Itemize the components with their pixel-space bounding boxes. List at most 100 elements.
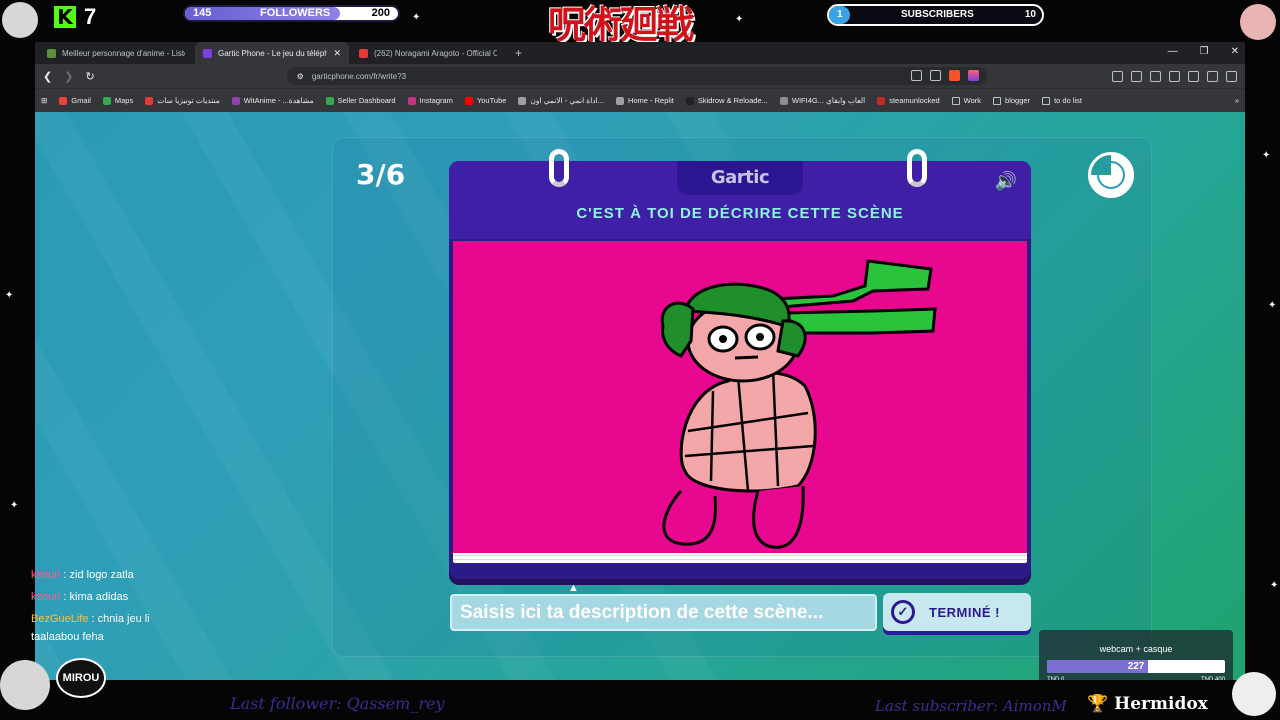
bookmark-item[interactable]: blogger <box>993 96 1030 105</box>
tab-title: (262) Noragami Aragoto - Official Op <box>374 48 497 58</box>
bookmark-favicon-icon <box>615 96 624 105</box>
hat-tail-lower <box>780 307 937 335</box>
gartic-phone-page: 3/6 Gartic C'EST À TOI DE DÉCRIRE CETTE … <box>35 112 1245 680</box>
address-bar[interactable]: ⚙ garticphone.com/fr/write?3 <box>286 67 987 85</box>
close-window-icon[interactable]: ✕ <box>1231 46 1239 57</box>
bookmark-favicon-icon <box>102 96 111 105</box>
menu-icon[interactable] <box>1226 70 1237 82</box>
chat-username: BezGueLife <box>31 613 89 625</box>
tab-favicon-icon <box>47 48 56 58</box>
bookmark-item[interactable]: WitAnime - ...مشاهدة <box>231 96 314 105</box>
gartic-logo: Gartic <box>677 161 803 195</box>
subscribers-label: SUBSCRIBERS <box>901 9 974 20</box>
extensions-icon[interactable] <box>1112 70 1123 82</box>
instruction-text: C'EST À TOI DE DÉCRIRE CETTE SCÈNE <box>576 205 904 222</box>
translate-icon[interactable] <box>910 70 922 81</box>
binder-ring-right <box>907 149 927 187</box>
bookmark-item[interactable]: steamunlocked <box>877 96 940 105</box>
bookmark-favicon-icon <box>877 96 886 105</box>
maximize-icon[interactable]: ❐ <box>1200 46 1209 57</box>
minimize-icon[interactable]: — <box>1168 46 1178 57</box>
hat-side-right <box>776 319 807 358</box>
bookmark-item[interactable]: اداة انمي - الانمي اون... <box>518 96 604 105</box>
tab-noragami[interactable]: (262) Noragami Aragoto - Official Op <box>351 42 505 64</box>
drawing-canvas <box>453 241 1027 553</box>
paper-line <box>453 559 1027 560</box>
bookmark-item[interactable]: Instagram <box>407 96 453 105</box>
brave-rewards-icon[interactable] <box>967 70 979 81</box>
tab-strip: Meilleur personnage d'anime - Liste Gart… <box>35 42 1245 64</box>
bookmark-item[interactable]: Work <box>951 96 982 105</box>
pupil-right <box>756 333 764 341</box>
folder-icon <box>993 96 1002 105</box>
sound-icon[interactable]: 🔊 <box>995 171 1017 192</box>
url-text: garticphone.com/fr/write?3 <box>311 71 407 81</box>
timer-icon <box>1088 152 1134 198</box>
last-subscriber: Last subscriber: AimonM <box>875 697 1067 715</box>
bookmark-item[interactable]: منتديات تونيزيا سات <box>145 96 220 105</box>
mouth <box>734 355 759 360</box>
stream-screen: K 7 145 FOLLOWERS 200 呪術廻戦 1 SUBSCRIBERS… <box>0 0 1280 720</box>
leg-left <box>662 489 718 546</box>
reload-icon[interactable]: ↻ <box>85 70 94 83</box>
followers-goal: 200 <box>371 7 390 19</box>
stream-chat: ksouri : zid logo zatla ksouri : kima ad… <box>31 564 181 646</box>
drawn-body <box>679 371 817 493</box>
youtube-favicon-icon <box>359 48 368 58</box>
bookmark-label: blogger <box>1005 96 1031 105</box>
check-icon: ✓ <box>891 600 915 624</box>
bookmark-label: WIFI4G... العاب وابقاي <box>791 96 866 105</box>
chat-message: ksouri : kima adidas <box>31 586 181 608</box>
bookmark-item[interactable]: Seller Dashboard <box>325 96 396 105</box>
bookmark-item[interactable]: Maps <box>102 96 134 105</box>
character-avatar-left <box>2 2 38 38</box>
done-button[interactable]: ✓ TERMINÉ ! <box>883 593 1031 631</box>
bookmark-label: steamunlocked <box>889 96 940 105</box>
bookmark-favicon-icon <box>685 96 694 105</box>
donation-goal: webcam + casque 227 TND 0 TND 400 <box>1039 630 1233 686</box>
bookmark-label: منتديات تونيزيا سات <box>157 96 220 105</box>
bookmark-item[interactable]: Skidrow & Reloade... <box>685 96 768 105</box>
brave-shields-icon[interactable] <box>948 70 960 81</box>
leg-right <box>752 485 805 549</box>
bookmark-item[interactable]: to do list <box>1042 96 1082 105</box>
wallet-icon[interactable] <box>1169 70 1180 82</box>
site-info-icon[interactable]: ⚙ <box>297 72 304 81</box>
forward-icon[interactable]: ❯ <box>64 70 73 83</box>
done-label: TERMINÉ ! <box>929 604 1000 620</box>
chat-message: BezGueLife : chnia jeu li taalaabou feha <box>31 610 181 646</box>
close-tab-icon[interactable]: ✕ <box>333 48 341 59</box>
chat-username: ksouri <box>31 569 61 581</box>
chat-text: : zid logo zatla <box>60 569 134 581</box>
followers-current: 145 <box>193 7 212 19</box>
bookmark-item[interactable]: WIFI4G... العاب وابقاي <box>779 96 866 105</box>
character-avatar-right <box>1240 4 1276 40</box>
vpn-icon[interactable] <box>1207 70 1218 82</box>
pupil-left <box>719 335 727 343</box>
followers-goal-bar: 145 FOLLOWERS 200 <box>183 5 400 22</box>
leo-icon[interactable] <box>1188 70 1199 82</box>
bookmark-favicon-icon <box>779 96 788 105</box>
share-icon[interactable] <box>929 70 941 81</box>
apps-grid-icon[interactable]: ⊞ <box>41 96 47 105</box>
sidebar-icon[interactable] <box>1150 70 1161 82</box>
description-input[interactable]: Saisis ici ta description de cette scène… <box>450 594 877 631</box>
reader-icon[interactable] <box>1131 70 1142 82</box>
more-bookmarks-icon[interactable]: » <box>1235 96 1239 105</box>
folder-icon <box>951 96 960 105</box>
new-tab-button[interactable]: + <box>507 42 530 64</box>
tab-title: Gartic Phone - Le jeu du téléphone <box>218 48 328 58</box>
scene-card: Gartic C'EST À TOI DE DÉCRIRE CETTE SCÈN… <box>449 149 1031 579</box>
bookmark-item[interactable]: YouTube <box>464 96 506 105</box>
subscribers-current: 1 <box>837 9 843 20</box>
bookmark-label: Maps <box>114 96 134 105</box>
tab-anime-list[interactable]: Meilleur personnage d'anime - Liste <box>39 42 193 64</box>
bookmark-label: Work <box>963 96 982 105</box>
bookmark-label: Gmail <box>71 96 91 105</box>
bookmark-item[interactable]: Gmail <box>59 96 91 105</box>
bookmark-item[interactable]: Home - Replit <box>615 96 674 105</box>
tab-gartic-phone[interactable]: Gartic Phone - Le jeu du téléphone ✕ <box>195 42 349 64</box>
back-icon[interactable]: ❮ <box>43 70 52 83</box>
bookmark-favicon-icon <box>59 96 68 105</box>
trophy-icon: 🏆 <box>1087 694 1109 714</box>
